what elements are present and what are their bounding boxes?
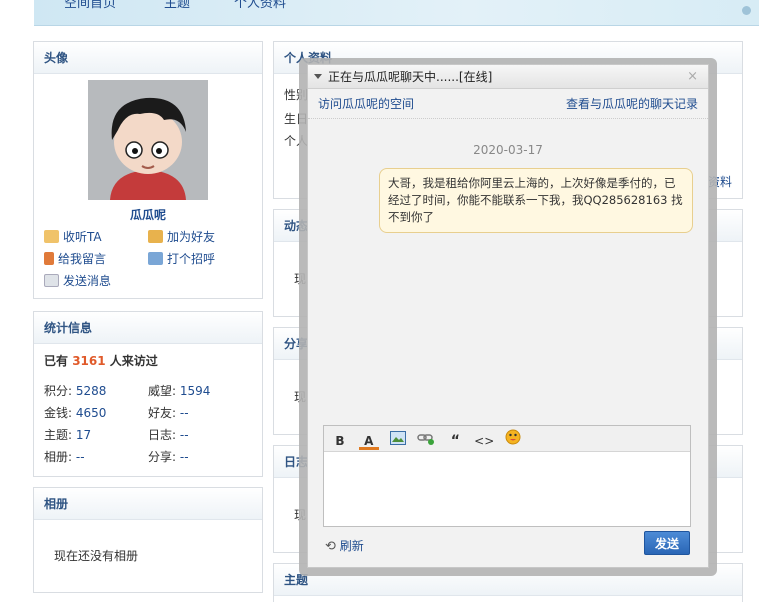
greet-button[interactable]: 打个招呼 (148, 250, 215, 267)
stat-blogs: 日志: -- (148, 428, 189, 442)
envelope-icon (44, 274, 59, 287)
banner-dot-icon (742, 6, 751, 15)
avatar[interactable] (88, 80, 208, 200)
pencil-icon (44, 252, 54, 265)
handshake-icon (148, 230, 163, 243)
stats-panel: 统计信息 已有 3161 人来访过 积分: 5288 威望: 1594 金钱: … (33, 311, 263, 477)
image-icon[interactable] (388, 431, 408, 451)
message-date: 2020-03-17 (473, 143, 543, 157)
message-bubble: 大哥，我是租给你阿里云上海的，上次好像是季付的，已经过了时间，你能不能联系一下我… (379, 168, 693, 233)
font-color-icon[interactable]: A (358, 433, 379, 450)
chat-links-bar: 访问瓜瓜呢的空间 查看与瓜瓜呢的聊天记录 (308, 89, 708, 119)
visitor-count: 已有 3161 人来访过 (44, 354, 158, 368)
stat-prestige: 威望: 1594 (148, 384, 211, 398)
collapse-triangle-icon[interactable] (314, 74, 322, 79)
greet-icon (148, 252, 163, 265)
album-panel-title: 相册 (34, 488, 262, 520)
refresh-icon: ⟲ (325, 539, 336, 554)
leave-message-button[interactable]: 给我留言 (44, 250, 106, 267)
people-icon (44, 230, 59, 243)
close-icon[interactable]: × (687, 65, 698, 89)
emoji-icon[interactable] (503, 429, 523, 449)
refresh-button[interactable]: ⟲ 刷新 (325, 537, 364, 554)
chat-window: 正在与瓜瓜呢聊天中......[在线] × 访问瓜瓜呢的空间 查看与瓜瓜呢的聊天… (307, 64, 709, 568)
bold-icon[interactable]: B (330, 431, 350, 451)
send-message-button[interactable]: 发送消息 (44, 272, 111, 289)
code-icon[interactable]: <> (474, 431, 494, 451)
nav-profile[interactable]: 个人资料 (234, 0, 328, 11)
album-panel: 相册 现在还没有相册 (33, 487, 263, 593)
avatar-panel: 头像 瓜瓜呢 收听TA 加为好友 给我留言 打个招呼 发送消息 (33, 41, 263, 299)
editor-toolbar: B A “ <> (324, 426, 690, 452)
avatar-cartoon-icon (88, 80, 208, 200)
nav-topics[interactable]: 主题 (164, 0, 232, 11)
chat-title: 正在与瓜瓜呢聊天中......[在线] (328, 70, 493, 84)
quote-icon[interactable]: “ (445, 431, 465, 451)
add-friend-button[interactable]: 加为好友 (148, 228, 215, 245)
chat-title-bar[interactable]: 正在与瓜瓜呢聊天中......[在线] × (308, 65, 708, 89)
stat-friends: 好友: -- (148, 406, 189, 420)
stat-money: 金钱: 4650 (44, 406, 107, 420)
follow-button[interactable]: 收听TA (44, 228, 102, 245)
message-editor[interactable]: B A “ <> (323, 425, 691, 527)
stat-albums: 相册: -- (44, 450, 85, 464)
nav-home[interactable]: 空间首页 (64, 0, 158, 11)
send-button[interactable]: 发送 (644, 531, 690, 555)
album-empty-text: 现在还没有相册 (54, 549, 139, 563)
chat-history-link[interactable]: 查看与瓜瓜呢的聊天记录 (566, 89, 698, 119)
visit-space-link[interactable]: 访问瓜瓜呢的空间 (318, 97, 414, 111)
username[interactable]: 瓜瓜呢 (34, 206, 262, 223)
stat-shares: 分享: -- (148, 450, 189, 464)
link-icon[interactable] (416, 431, 436, 451)
stat-points: 积分: 5288 (44, 384, 107, 398)
top-banner: 空间首页 主题 个人资料 (34, 0, 759, 26)
stats-panel-title: 统计信息 (34, 312, 262, 344)
stat-topics: 主题: 17 (44, 428, 92, 442)
avatar-panel-title: 头像 (34, 42, 262, 74)
